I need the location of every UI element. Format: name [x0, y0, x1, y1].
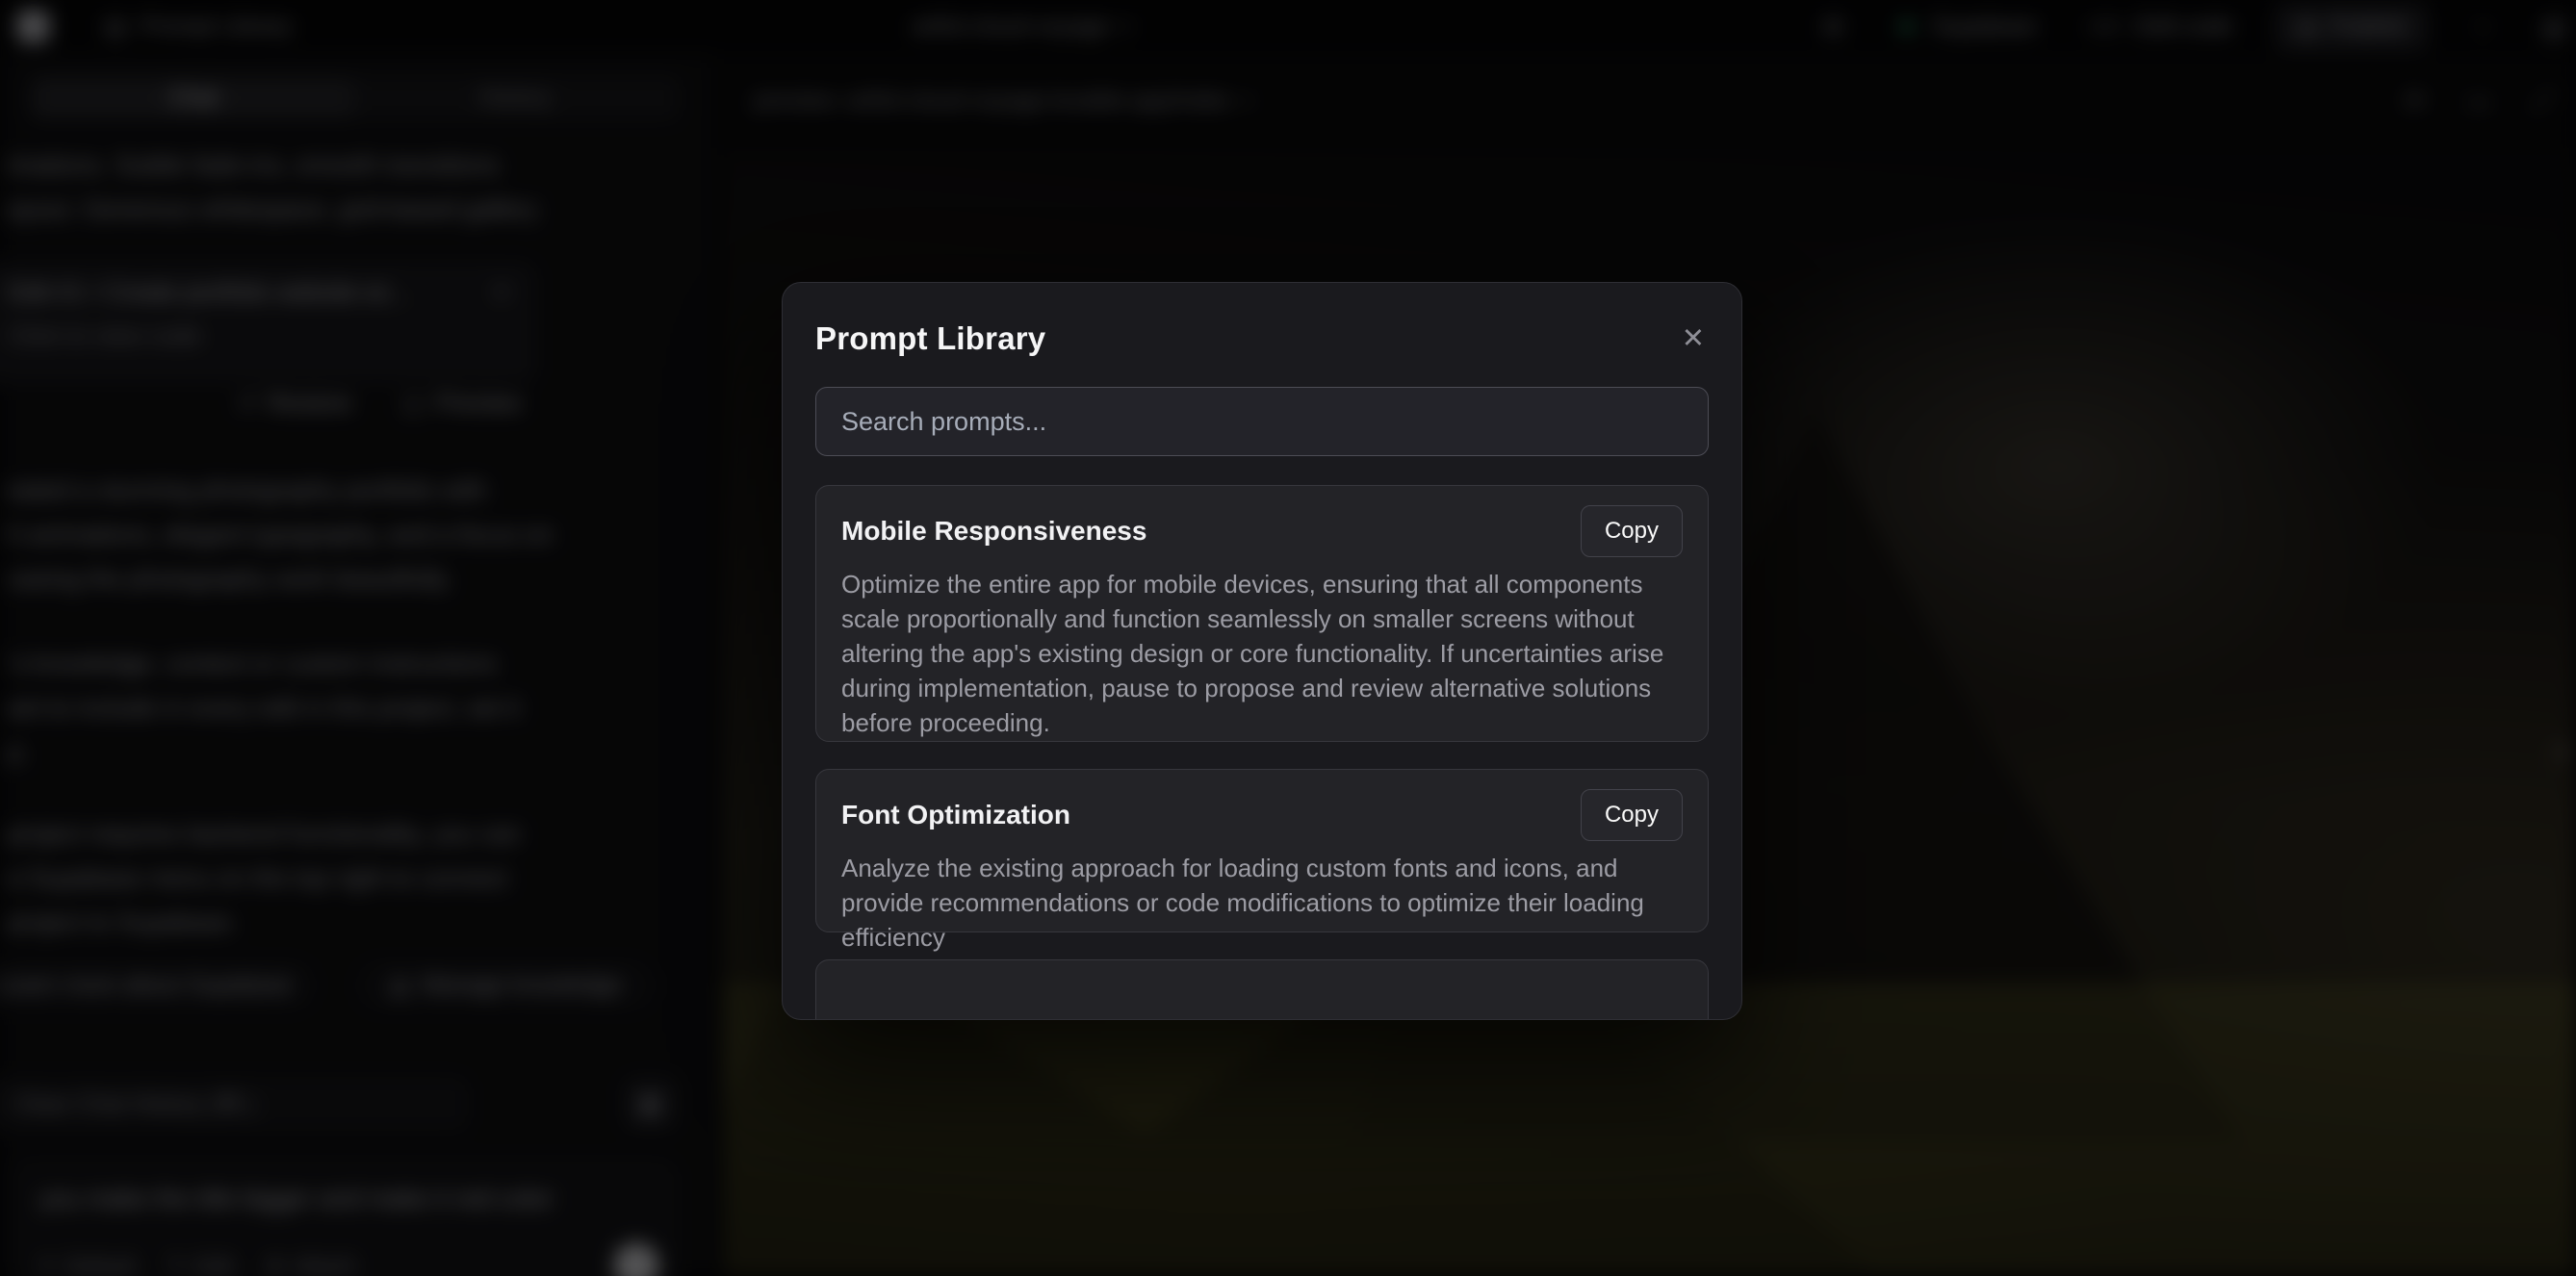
- copy-button[interactable]: Copy: [1581, 505, 1683, 557]
- prompt-list[interactable]: Mobile Responsiveness Copy Optimize the …: [815, 485, 1709, 1019]
- close-button[interactable]: ✕: [1678, 321, 1709, 357]
- prompt-library-modal: Prompt Library ✕ Mobile Responsiveness C…: [782, 282, 1742, 1020]
- app-window: ▤ Prompt Library artful-cloud-voyage ▾ ⚙…: [0, 0, 2576, 1276]
- prompt-description: Optimize the entire app for mobile devic…: [841, 567, 1683, 740]
- prompt-title: Mobile Responsiveness: [841, 516, 1146, 547]
- prompt-card[interactable]: Mobile Responsiveness Copy Optimize the …: [815, 485, 1709, 742]
- copy-button[interactable]: Copy: [1581, 789, 1683, 841]
- prompt-description: Analyze the existing approach for loadin…: [841, 851, 1683, 955]
- prompt-title: Font Optimization: [841, 800, 1070, 830]
- prompt-card[interactable]: Font Optimization Copy Analyze the exist…: [815, 769, 1709, 932]
- modal-title: Prompt Library: [815, 320, 1045, 357]
- search-input[interactable]: [815, 387, 1709, 456]
- modal-header: Prompt Library ✕: [815, 316, 1709, 362]
- prompt-card[interactable]: [815, 959, 1709, 1019]
